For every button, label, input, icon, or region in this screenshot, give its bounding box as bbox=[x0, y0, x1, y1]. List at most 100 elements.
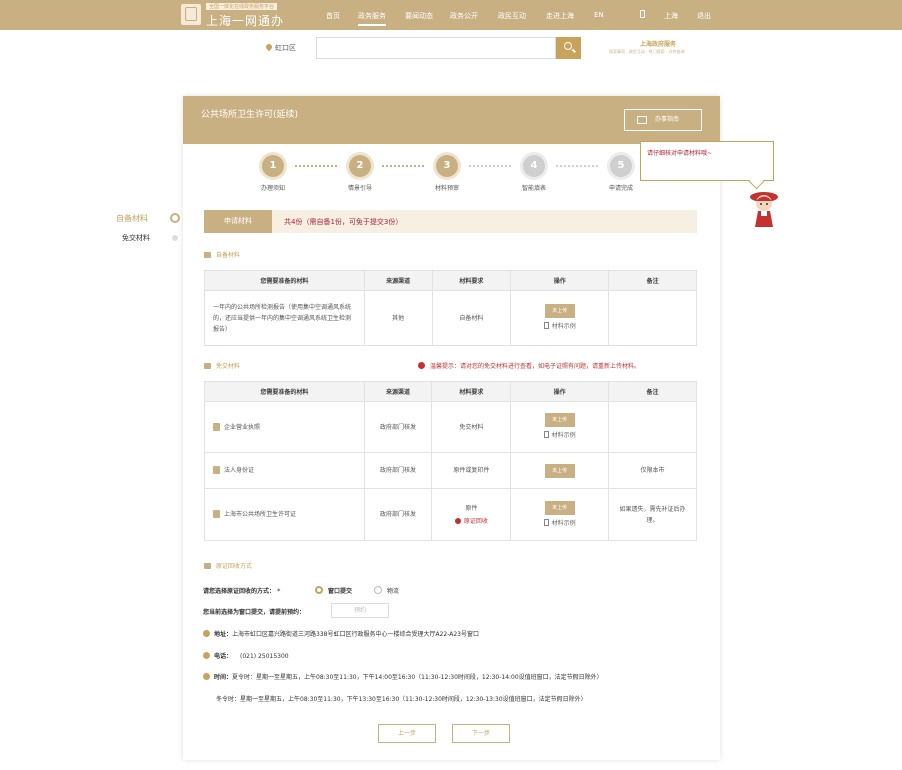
nav-interaction[interactable]: 政民互动 bbox=[498, 11, 526, 21]
radio-logistics[interactable] bbox=[374, 586, 382, 594]
sample-label: 材料示例 bbox=[551, 432, 576, 439]
folder-icon bbox=[204, 563, 211, 569]
search-button[interactable] bbox=[556, 37, 581, 59]
material-source: 政府部门核发 bbox=[363, 452, 433, 489]
step-2: 2 bbox=[349, 155, 371, 177]
radio-window-submit[interactable] bbox=[315, 586, 323, 594]
upload-button[interactable]: 未上传 bbox=[544, 463, 575, 478]
material-note: 仅限本市 bbox=[608, 452, 697, 489]
step-1: 1 bbox=[262, 155, 284, 177]
nav-services[interactable]: 政务服务 bbox=[358, 11, 386, 26]
recall-badge: 原证回收 bbox=[432, 516, 510, 527]
folder-icon bbox=[204, 363, 211, 369]
summer-hours: 夏令时：星期一至星期五，上午08:30至11:30，下午14:00至16:30（… bbox=[232, 674, 603, 681]
nav-english[interactable]: EN bbox=[594, 11, 604, 19]
material-note bbox=[608, 401, 697, 453]
reserve-label: 您当前选择为窗口提交，请提前预约： bbox=[203, 609, 306, 616]
radio-window-submit-label[interactable]: 窗口提交 bbox=[328, 586, 352, 595]
warning-icon bbox=[418, 362, 425, 369]
material-action: 未上传 材料示例 bbox=[510, 290, 610, 346]
radio-logistics-label[interactable]: 物流 bbox=[387, 586, 399, 595]
materials-tab-bar: 申请材料 共4份（需自备1份，可免于提交3份） bbox=[204, 210, 697, 233]
material-action: 未上传 材料示例 bbox=[510, 401, 610, 453]
guide-button[interactable]: 办事指南 bbox=[624, 109, 702, 131]
nav-home[interactable]: 首页 bbox=[326, 11, 340, 21]
material-action: 未上传 bbox=[510, 452, 610, 489]
alert-icon bbox=[454, 517, 461, 524]
recall-method-label-text: 请您选择原证回收的方式： bbox=[203, 588, 276, 595]
upload-button[interactable]: 未上传 bbox=[544, 413, 575, 427]
col-note: 备注 bbox=[608, 270, 697, 291]
sample-link[interactable]: 材料示例 bbox=[511, 430, 608, 441]
step-3: 3 bbox=[436, 155, 458, 177]
required-mark: * bbox=[277, 588, 281, 595]
recall-method-title: 原证回收方式 bbox=[216, 563, 253, 570]
logo[interactable] bbox=[181, 4, 201, 25]
recall-label: 原证回收 bbox=[463, 517, 488, 525]
brand-links[interactable]: 搜索事项 · 政民互动 · 热门搜索 · 办件查询 bbox=[609, 49, 684, 55]
material-name: 法人身份证 bbox=[204, 452, 365, 489]
tab-application-materials[interactable]: 申请材料 bbox=[204, 210, 272, 233]
document-icon bbox=[213, 422, 220, 431]
district-selector[interactable]: 虹口区 bbox=[275, 43, 296, 53]
self-materials-title: 自备材料 bbox=[216, 252, 241, 259]
material-requirement: 原件 原证回收 bbox=[431, 488, 512, 541]
col-source: 来源渠道 bbox=[363, 270, 433, 291]
mascot-assistant-icon[interactable] bbox=[746, 189, 782, 229]
sample-link[interactable]: 材料示例 bbox=[511, 321, 608, 332]
document-icon bbox=[213, 510, 220, 518]
self-materials-heading: 自备材料 bbox=[204, 250, 240, 259]
col-material: 您需要准备的材料 bbox=[204, 381, 365, 402]
document-icon bbox=[213, 466, 220, 474]
step-4-label: 智能填表 bbox=[521, 185, 546, 192]
side-nav-self-materials[interactable]: 自备材料 bbox=[116, 213, 148, 224]
requirement-text: 原件 bbox=[465, 504, 478, 512]
file-icon bbox=[543, 322, 549, 329]
phone-label: 电话： bbox=[214, 653, 233, 660]
material-source: 政府部门核发 bbox=[363, 488, 433, 541]
address-label: 地址： bbox=[214, 631, 233, 638]
hours-label: 时间： bbox=[214, 674, 233, 681]
side-nav-active-dot bbox=[170, 213, 180, 223]
location-pin-icon bbox=[264, 42, 274, 52]
address-value: 上海市虹口区嘉兴路街道三河路338号虹口区行政服务中心一楼综合受理大厅A22-A… bbox=[232, 631, 479, 638]
upload-button[interactable]: 未上传 bbox=[544, 500, 575, 515]
prev-step-button[interactable]: 上一步 bbox=[378, 724, 436, 743]
table-row: 法人身份证 政府部门核发 原件或复印件 未上传 仅限本市 bbox=[204, 452, 697, 489]
winter-hours: 冬令时：星期一至星期五，上午08:30至11:30，下午13:30至16:30（… bbox=[216, 696, 587, 703]
step-2-label: 情景引导 bbox=[347, 185, 372, 192]
page-title: 公共场所卫生许可(延续) bbox=[201, 110, 299, 120]
reserve-button[interactable]: 预约 bbox=[331, 603, 389, 618]
top-nav-bar: 全国一体化在线政务服务平台 上海一网通办 首页 政务服务 要闻动态 政务公开 政… bbox=[0, 0, 902, 30]
self-materials-table: 您需要准备的材料 来源渠道 材料要求 操作 备注 一年内的公共场所检测报告（使用… bbox=[204, 270, 697, 346]
next-step-button[interactable]: 下一步 bbox=[452, 724, 510, 743]
recall-method-label: 请您选择原证回收的方式： * bbox=[203, 586, 280, 595]
guide-icon bbox=[637, 116, 647, 124]
search-icon bbox=[564, 42, 572, 50]
brand-title: 上海政府服务 bbox=[640, 41, 677, 48]
material-source: 其他 bbox=[363, 290, 433, 346]
city-label[interactable]: 上海 bbox=[664, 11, 678, 21]
search-input[interactable] bbox=[316, 37, 556, 59]
logout-link[interactable]: 退出 bbox=[697, 11, 711, 21]
material-name-text: 法人身份证 bbox=[224, 467, 255, 474]
material-requirement: 自备材料 bbox=[431, 290, 512, 346]
mobile-icon[interactable] bbox=[640, 10, 645, 18]
logo-subtitle: 全国一体化在线政务服务平台 bbox=[206, 3, 278, 10]
nav-public[interactable]: 政务公开 bbox=[450, 11, 478, 21]
col-action: 操作 bbox=[510, 381, 610, 402]
table-row: 一年内的公共场所检测报告（使用集中空调通风系统的，还应当提供一年内的集中空调通风… bbox=[204, 290, 697, 346]
table-row: 上海市公共场所卫生许可证 政府部门核发 原件 原证回收 未上传 材料示例 如果遗… bbox=[204, 488, 697, 541]
step-connector bbox=[469, 165, 511, 167]
nav-news[interactable]: 要闻动态 bbox=[405, 11, 433, 21]
emblem-icon bbox=[185, 7, 197, 21]
step-connector bbox=[295, 165, 337, 167]
col-material: 您需要准备的材料 bbox=[204, 270, 365, 291]
upload-button[interactable]: 未上传 bbox=[544, 304, 575, 318]
logo-title[interactable]: 上海一网通办 bbox=[206, 12, 284, 29]
nav-shanghai[interactable]: 走进上海 bbox=[546, 11, 574, 21]
material-source: 政府部门核发 bbox=[363, 401, 433, 453]
sample-link[interactable]: 材料示例 bbox=[511, 518, 608, 529]
side-nav-free-materials[interactable]: 免交材料 bbox=[122, 233, 150, 243]
material-requirement: 免交材料 bbox=[431, 401, 512, 453]
